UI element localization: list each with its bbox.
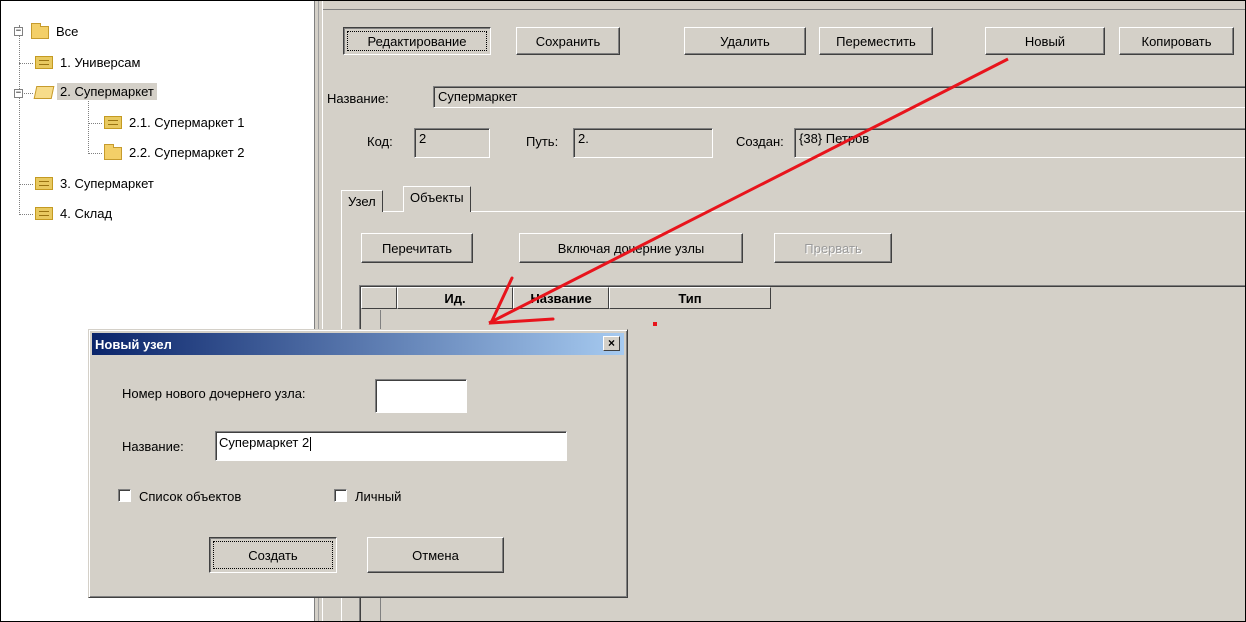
created-label: Создан: xyxy=(736,134,784,149)
tree-item-warehouse[interactable]: 4. Склад xyxy=(35,203,115,223)
save-button[interactable]: Сохранить xyxy=(516,27,620,55)
personal-checkbox[interactable] xyxy=(334,489,347,502)
edit-button[interactable]: Редактирование xyxy=(343,27,491,55)
personal-label: Личный xyxy=(355,489,402,504)
code-label: Код: xyxy=(367,134,393,149)
tree-item-label: 3. Супермаркет xyxy=(60,175,154,191)
create-button[interactable]: Создать xyxy=(209,537,337,573)
tab-node[interactable]: Узел xyxy=(341,190,383,212)
document-icon xyxy=(35,176,53,190)
tree-connector xyxy=(24,93,33,94)
document-icon xyxy=(35,55,53,69)
new-button[interactable]: Новый xyxy=(985,27,1105,55)
tree-connector xyxy=(19,184,33,185)
tree-connector xyxy=(88,101,89,154)
copy-button[interactable]: Копировать xyxy=(1119,27,1234,55)
folder-icon xyxy=(104,143,122,160)
new-node-dialog: Новый узел × Номер нового дочернего узла… xyxy=(88,329,628,598)
path-label: Путь: xyxy=(526,134,559,149)
tree-connector xyxy=(88,123,102,124)
document-icon xyxy=(35,206,53,220)
tree-item-label: 4. Склад xyxy=(60,205,113,221)
folder-icon xyxy=(31,22,49,39)
panel-top-border xyxy=(323,9,1245,10)
column-header-name[interactable]: Название xyxy=(513,287,609,309)
tree-item-supermarket-2[interactable]: 2.2. Супермаркет 2 xyxy=(104,142,248,162)
number-label: Номер нового дочернего узла: xyxy=(122,386,306,401)
application-window: − − Все 1. Универсам 2. Супермаркет 2.1.… xyxy=(0,0,1246,622)
cancel-button[interactable]: Отмена xyxy=(367,537,504,573)
tree-connector xyxy=(19,25,20,215)
code-field[interactable]: 2 xyxy=(414,128,490,158)
text-caret xyxy=(310,436,312,451)
reread-button[interactable]: Перечитать xyxy=(361,233,473,263)
tree-item-supermarket[interactable]: 2. Супермаркет xyxy=(33,81,157,101)
tree-item-label: 1. Универсам xyxy=(60,54,141,70)
include-children-button[interactable]: Включая дочерние узлы xyxy=(519,233,743,263)
collapse-icon[interactable]: − xyxy=(14,89,23,98)
tree-item-label: 2.2. Супермаркет 2 xyxy=(129,144,245,160)
tree-connector xyxy=(19,63,33,64)
name-field[interactable]: Супермаркет xyxy=(433,86,1245,108)
tree-item-label: 2.1. Супермаркет 1 xyxy=(129,114,245,130)
move-button[interactable]: Переместить xyxy=(819,27,933,55)
delete-button[interactable]: Удалить xyxy=(684,27,806,55)
objects-list-label: Список объектов xyxy=(139,489,242,504)
tree-connector xyxy=(19,214,33,215)
close-icon[interactable]: × xyxy=(603,336,620,351)
dialog-titlebar[interactable]: Новый узел × xyxy=(92,333,624,355)
collapse-icon[interactable]: − xyxy=(14,27,23,36)
tree-connector xyxy=(88,153,102,154)
objects-list-checkbox[interactable] xyxy=(118,489,131,502)
dialog-name-input[interactable]: Супермаркет 2 xyxy=(215,431,567,461)
row-indicator-header xyxy=(361,287,397,309)
path-field[interactable]: 2. xyxy=(573,128,713,158)
column-header-type[interactable]: Тип xyxy=(609,287,771,309)
tree-item-supermarket-1[interactable]: 2.1. Супермаркет 1 xyxy=(104,112,248,132)
folder-open-icon xyxy=(33,85,55,99)
tree-item-supermarket-3[interactable]: 3. Супермаркет xyxy=(35,173,157,193)
created-field[interactable]: {38} Петров xyxy=(794,128,1245,158)
column-header-id[interactable]: Ид. xyxy=(397,287,513,309)
dialog-name-value: Супермаркет 2 xyxy=(219,435,310,450)
name-label: Название: xyxy=(327,91,389,106)
abort-button[interactable]: Прервать xyxy=(774,233,892,263)
document-icon xyxy=(104,115,122,129)
dialog-title: Новый узел xyxy=(95,336,172,352)
tree-item-label: Все xyxy=(56,23,79,39)
tree-item-label: 2. Супермаркет xyxy=(57,82,157,100)
tab-objects[interactable]: Объекты xyxy=(403,186,471,212)
tree-item-universam[interactable]: 1. Универсам xyxy=(35,52,143,72)
dialog-name-label: Название: xyxy=(122,439,184,454)
number-input[interactable] xyxy=(375,379,467,413)
tree-item-all[interactable]: Все xyxy=(31,21,81,41)
